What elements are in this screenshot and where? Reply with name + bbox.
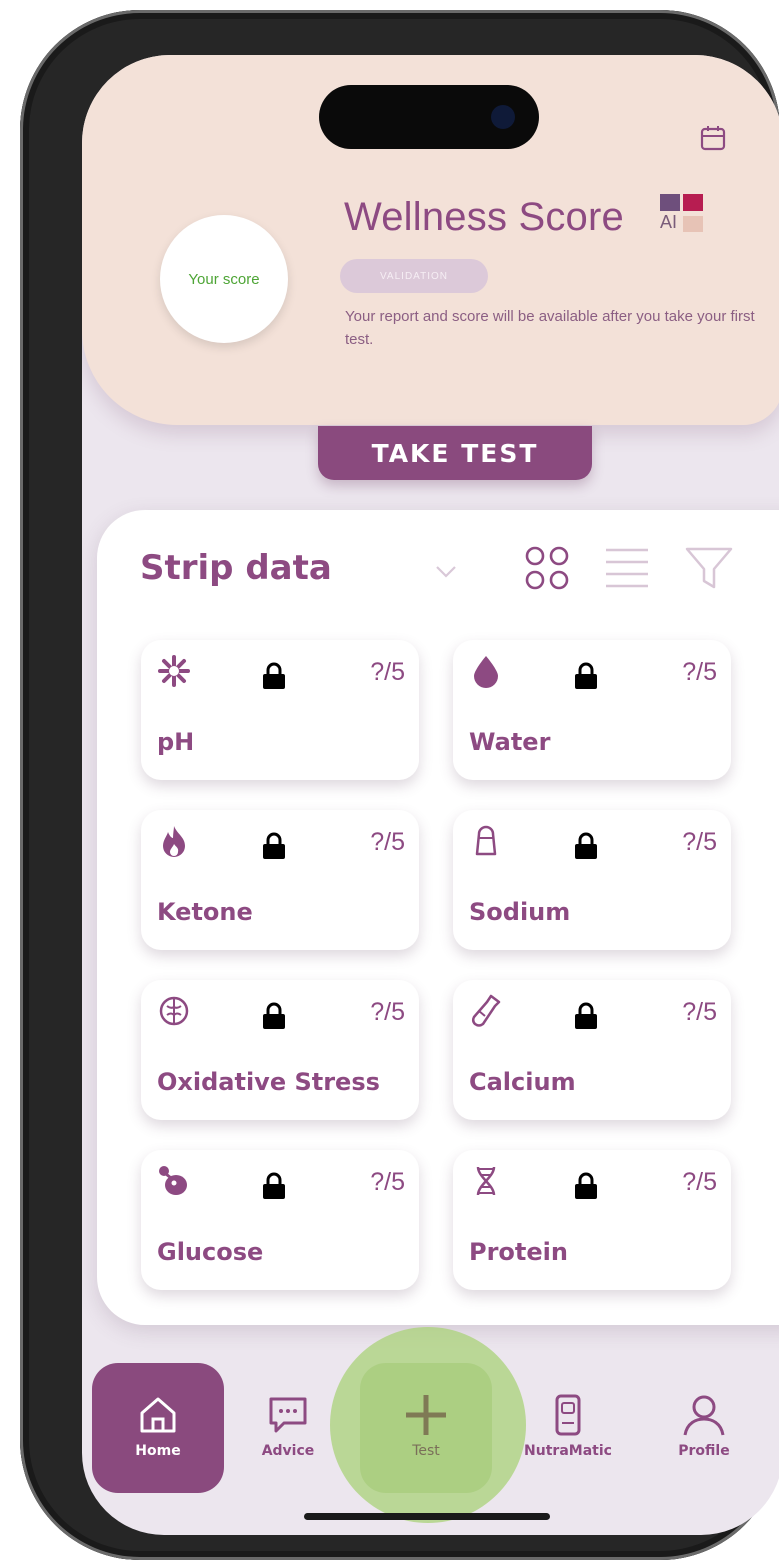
lock-icon [263, 1172, 285, 1199]
lock-icon [575, 1172, 597, 1199]
tile-sodium[interactable]: ?/5 Sodium [453, 810, 731, 950]
dynamic-island [319, 85, 539, 149]
tile-label: Glucose [157, 1238, 264, 1266]
tile-label: Calcium [469, 1068, 576, 1096]
tile-score: ?/5 [370, 998, 405, 1026]
tile-score: ?/5 [370, 658, 405, 686]
filter-icon[interactable] [684, 545, 734, 591]
nav-advice[interactable]: Advice [222, 1363, 354, 1493]
glucose-icon [159, 1166, 187, 1195]
chat-icon [269, 1397, 307, 1433]
nav-home[interactable]: Home [92, 1363, 224, 1493]
tile-score: ?/5 [682, 998, 717, 1026]
calendar-icon[interactable] [700, 125, 726, 151]
tile-label: Water [469, 728, 551, 756]
nav-profile-label: Profile [678, 1443, 730, 1459]
plus-icon [406, 1395, 446, 1435]
nav-home-label: Home [135, 1443, 181, 1459]
camera-icon [491, 105, 515, 129]
nav-test-label: Test [412, 1443, 440, 1459]
salt-shaker-icon [475, 825, 497, 856]
ai-logo-text: AI [660, 212, 678, 232]
lock-icon [263, 832, 285, 859]
app-screen: Your score Wellness Score AI VALIDATION … [82, 55, 779, 1535]
tile-label: pH [157, 728, 195, 756]
tile-protein[interactable]: ?/5 Protein [453, 1150, 731, 1290]
lock-icon [575, 832, 597, 859]
tile-score: ?/5 [370, 1168, 405, 1196]
nav-nutramatic-label: NutraMatic [524, 1443, 612, 1459]
tile-oxidative-stress[interactable]: ?/5 Oxidative Stress [141, 980, 419, 1120]
strip-data-title: Strip data [140, 548, 332, 588]
tile-score: ?/5 [370, 828, 405, 856]
nav-advice-label: Advice [261, 1443, 315, 1459]
tile-label: Ketone [157, 898, 253, 926]
tile-label: Protein [469, 1238, 568, 1266]
milk-bottle-icon [471, 994, 501, 1027]
status-badge: VALIDATION [340, 259, 488, 293]
nav-nutramatic[interactable]: NutraMatic [498, 1363, 638, 1493]
tile-water[interactable]: ?/5 Water [453, 640, 731, 780]
tile-score: ?/5 [682, 658, 717, 686]
lock-icon [263, 1002, 285, 1029]
flame-icon [163, 826, 185, 857]
dna-icon [476, 1166, 496, 1196]
ph-icon [158, 655, 190, 687]
home-indicator [304, 1513, 550, 1520]
list-view-icon[interactable] [604, 547, 650, 589]
lock-icon [575, 1002, 597, 1029]
strip-data-card: Strip data ?/5 pH ?/5 Water ?/5 Ketone ?… [97, 510, 779, 1325]
brain-icon [159, 996, 189, 1026]
device-icon [555, 1394, 581, 1436]
your-score-label: Your score [188, 270, 260, 288]
report-info-text: Your report and score will be available … [345, 308, 755, 348]
tile-label: Sodium [469, 898, 571, 926]
home-icon [140, 1397, 176, 1433]
grid-view-icon[interactable] [524, 545, 570, 591]
take-test-button[interactable]: TAKE TEST [318, 426, 592, 480]
tile-ketone[interactable]: ?/5 Ketone [141, 810, 419, 950]
chevron-down-icon[interactable] [435, 565, 457, 579]
water-drop-icon [474, 656, 498, 688]
wellness-score-title: Wellness Score [344, 195, 624, 239]
phone-frame: Your score Wellness Score AI VALIDATION … [20, 10, 779, 1560]
score-circle: Your score [160, 215, 288, 343]
tile-glucose[interactable]: ?/5 Glucose [141, 1150, 419, 1290]
tile-score: ?/5 [682, 828, 717, 856]
nav-profile[interactable]: Profile [638, 1363, 770, 1493]
lock-icon [263, 662, 285, 689]
tile-calcium[interactable]: ?/5 Calcium [453, 980, 731, 1120]
ai-logo-icon: AI [660, 194, 710, 240]
user-icon [683, 1395, 725, 1436]
lock-icon [575, 662, 597, 689]
tile-label: Oxidative Stress [157, 1068, 380, 1096]
nav-test[interactable]: Test [360, 1363, 492, 1493]
bottom-nav: Home Advice Test NutraMatic Profile [82, 1327, 779, 1535]
tile-score: ?/5 [682, 1168, 717, 1196]
tile-ph[interactable]: ?/5 pH [141, 640, 419, 780]
